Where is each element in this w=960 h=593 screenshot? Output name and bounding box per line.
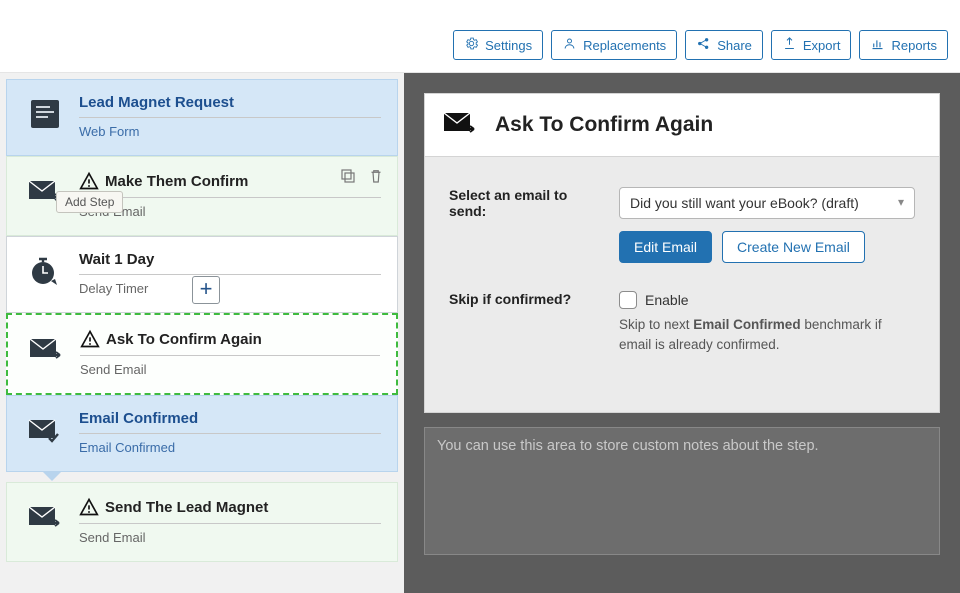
trash-icon[interactable] bbox=[367, 167, 385, 188]
step-send-the-lead-magnet[interactable]: Send The Lead Magnet Send Email bbox=[6, 482, 398, 562]
divider bbox=[79, 274, 381, 275]
add-step-button[interactable]: + bbox=[192, 276, 220, 304]
step-subtitle: Send Email bbox=[79, 204, 381, 219]
settings-button[interactable]: Settings bbox=[453, 30, 543, 60]
step-ask-to-confirm-again[interactable]: Ask To Confirm Again Send Email bbox=[6, 313, 398, 395]
timer-icon bbox=[23, 251, 67, 291]
gear-icon bbox=[464, 36, 479, 54]
step-lead-magnet-request[interactable]: Lead Magnet Request Web Form bbox=[6, 79, 398, 156]
skip-if-confirmed-row: Skip if confirmed? Enable Skip to next E… bbox=[449, 291, 915, 354]
edit-email-button[interactable]: Edit Email bbox=[619, 231, 712, 263]
email-select[interactable]: Did you still want your eBook? (draft) bbox=[619, 187, 915, 219]
step-title: Make Them Confirm bbox=[79, 171, 381, 191]
share-button[interactable]: Share bbox=[685, 30, 763, 60]
step-email-confirmed[interactable]: Email Confirmed Email Confirmed bbox=[6, 395, 398, 472]
warning-icon bbox=[79, 171, 99, 191]
step-title: Email Confirmed bbox=[79, 410, 381, 427]
divider bbox=[79, 197, 381, 198]
step-subtitle: Email Confirmed bbox=[79, 440, 381, 455]
divider bbox=[79, 117, 381, 118]
step-subtitle: Send Email bbox=[80, 362, 380, 377]
email-check-icon bbox=[23, 410, 67, 450]
email-select-value: Did you still want your eBook? (draft) bbox=[630, 195, 859, 211]
step-title: Wait 1 Day bbox=[79, 251, 381, 268]
export-icon bbox=[782, 36, 797, 54]
divider bbox=[79, 433, 381, 434]
add-step-tooltip: Add Step bbox=[56, 191, 123, 213]
panel-body: Select an email to send: Did you still w… bbox=[424, 157, 940, 413]
main-area: Add Step + Lead Magnet Request Web Form … bbox=[0, 73, 960, 593]
step-title-text: Ask To Confirm Again bbox=[106, 331, 262, 348]
form-icon bbox=[23, 94, 67, 134]
panel-header: Ask To Confirm Again bbox=[424, 93, 940, 157]
email-arrow-icon bbox=[24, 329, 68, 369]
step-title-text: Make Them Confirm bbox=[105, 173, 248, 190]
panel-title: Ask To Confirm Again bbox=[495, 113, 713, 137]
export-button[interactable]: Export bbox=[771, 30, 852, 60]
warning-icon bbox=[80, 329, 100, 349]
select-email-label: Select an email to send: bbox=[449, 187, 599, 219]
enable-label: Enable bbox=[645, 292, 689, 308]
person-icon bbox=[562, 36, 577, 54]
step-title: Ask To Confirm Again bbox=[80, 329, 380, 349]
replacements-label: Replacements bbox=[583, 38, 666, 53]
detail-panel: Ask To Confirm Again Select an email to … bbox=[404, 73, 960, 593]
enable-checkbox[interactable] bbox=[619, 291, 637, 309]
settings-label: Settings bbox=[485, 38, 532, 53]
create-new-email-button[interactable]: Create New Email bbox=[722, 231, 865, 263]
step-title: Lead Magnet Request bbox=[79, 94, 381, 111]
skip-help-text: Skip to next Email Confirmed benchmark i… bbox=[619, 315, 915, 354]
step-notes-textarea[interactable] bbox=[424, 427, 940, 555]
step-subtitle: Send Email bbox=[79, 530, 381, 545]
export-label: Export bbox=[803, 38, 841, 53]
divider bbox=[80, 355, 380, 356]
step-subtitle: Delay Timer bbox=[79, 281, 381, 296]
skip-label: Skip if confirmed? bbox=[449, 291, 599, 307]
email-arrow-icon bbox=[23, 497, 67, 537]
reports-label: Reports bbox=[891, 38, 937, 53]
step-title: Send The Lead Magnet bbox=[79, 497, 381, 517]
step-subtitle: Web Form bbox=[79, 124, 381, 139]
divider bbox=[79, 523, 381, 524]
duplicate-icon[interactable] bbox=[339, 167, 357, 188]
steps-column: Add Step + Lead Magnet Request Web Form … bbox=[0, 73, 404, 568]
email-arrow-icon bbox=[439, 104, 481, 146]
select-email-row: Select an email to send: Did you still w… bbox=[449, 187, 915, 263]
replacements-button[interactable]: Replacements bbox=[551, 30, 677, 60]
connector-arrow bbox=[42, 471, 62, 481]
share-icon bbox=[696, 36, 711, 54]
share-label: Share bbox=[717, 38, 752, 53]
top-toolbar: Settings Replacements Share Export Repor… bbox=[0, 0, 960, 73]
warning-icon bbox=[79, 497, 99, 517]
chart-icon bbox=[870, 36, 885, 54]
reports-button[interactable]: Reports bbox=[859, 30, 948, 60]
step-title-text: Send The Lead Magnet bbox=[105, 499, 268, 516]
